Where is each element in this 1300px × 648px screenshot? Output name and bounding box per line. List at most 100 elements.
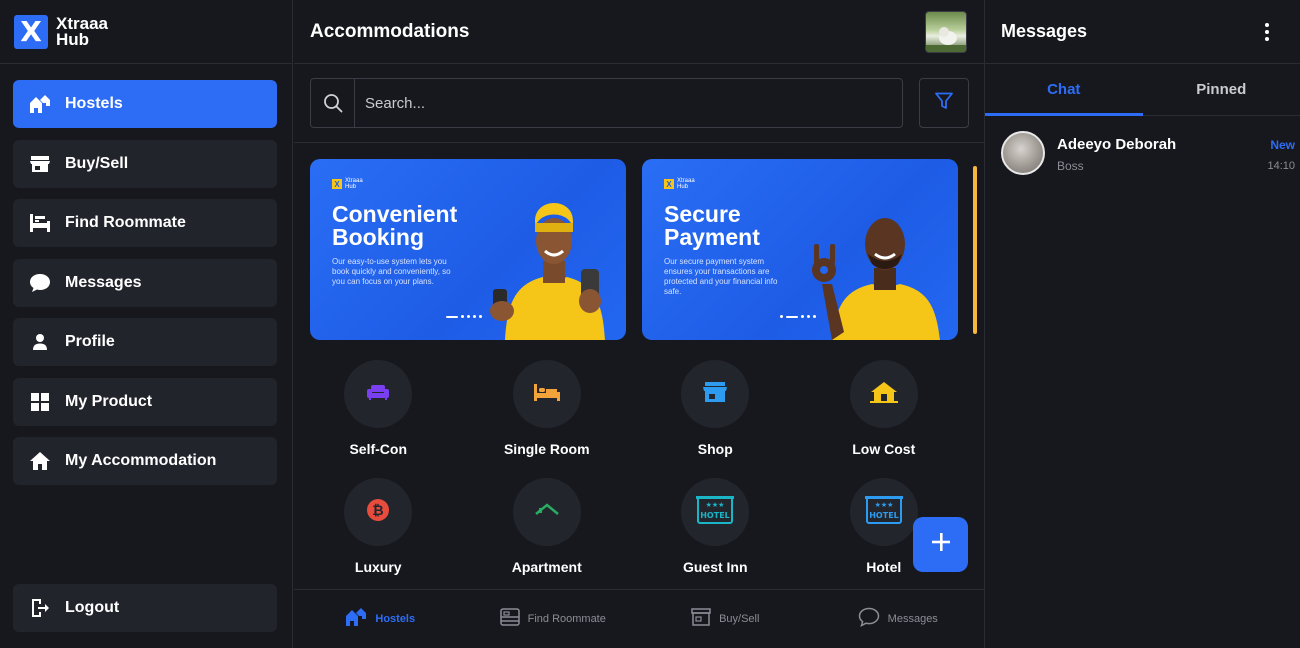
banner-carousel[interactable]: X Xtraaa Hub Convenient Booking Our easy-… (310, 159, 958, 340)
banner-secure-payment[interactable]: X Xtraaa Hub Secure Payment Our secure pa… (642, 159, 958, 340)
messages-header: Messages (985, 0, 1300, 64)
category-label: Guest Inn (682, 559, 748, 575)
add-button[interactable] (913, 517, 968, 572)
category-self-con[interactable]: Self-Con (294, 358, 463, 476)
bottom-nav-buy-sell[interactable]: Buy/Sell (639, 590, 812, 648)
search-input[interactable] (355, 94, 902, 112)
banner-convenient-booking[interactable]: X Xtraaa Hub Convenient Booking Our easy-… (310, 159, 626, 340)
bed-icon (29, 212, 51, 234)
hotel-sign-icon: ★★★ HOTEL (696, 495, 735, 530)
svg-text:★★★: ★★★ (706, 501, 725, 509)
category-icon-circle: ★★★ HOTEL (849, 478, 918, 546)
category-shop[interactable]: Shop (631, 358, 800, 476)
sidebar-item-label: Buy/Sell (65, 154, 129, 172)
plus-icon (931, 532, 951, 557)
bitcoin-icon: ₿ (366, 498, 390, 527)
bed-icon (533, 382, 561, 407)
hotel-sign-icon: ★★★ HOTEL (864, 495, 903, 530)
hostels-icon (29, 93, 51, 115)
category-label: Low Cost (852, 441, 916, 457)
sidebar-item-my-product[interactable]: My Product (13, 377, 277, 426)
category-apartment[interactable]: Apartment (463, 476, 632, 594)
sidebar-item-buy-sell[interactable]: Buy/Sell (13, 139, 277, 188)
bottom-nav-label: Find Roommate (527, 613, 606, 625)
house-icon (869, 381, 898, 408)
banner-next-peek[interactable] (973, 166, 977, 334)
svg-text:₿: ₿ (373, 503, 384, 519)
main-content: Accommodations X XtraaaHub Convenient Bo… (294, 0, 984, 648)
bottom-nav-find-roommate[interactable]: Find Roommate (467, 590, 640, 648)
user-avatar[interactable] (925, 11, 967, 53)
category-guest-inn[interactable]: ★★★ HOTEL Guest Inn (631, 476, 800, 594)
sidebar-item-label: Find Roommate (65, 214, 186, 231)
banner-person-illustration (812, 218, 940, 340)
sidebar-item-label: My Accommodation (65, 452, 217, 469)
page-title: Accommodations (310, 20, 470, 42)
chat-bubble-icon (29, 272, 51, 294)
messages-panel: Messages Chat Pinned Adeeyo Deborah Boss… (984, 0, 1300, 648)
filter-button[interactable] (919, 78, 969, 128)
sidebar-item-label: Profile (65, 333, 115, 350)
hotel-sign-text: HOTEL (869, 511, 899, 520)
bed-icon (499, 607, 520, 631)
sofa-icon (367, 384, 390, 405)
bottom-nav-messages[interactable]: Messages (812, 590, 985, 648)
roof-icon (534, 502, 560, 523)
sidebar-nav: Hostels Buy/Sell Find Roommate Messages … (13, 80, 277, 497)
tab-chat[interactable]: Chat (985, 64, 1143, 116)
brand[interactable]: X Xtraaa Hub (0, 0, 292, 64)
messages-title: Messages (1001, 21, 1088, 41)
sidebar-item-profile[interactable]: Profile (13, 318, 277, 366)
category-grid: Self-Con Single Room Shop Low Cost ₿ Lux… (294, 358, 984, 594)
banner-logo-mark: X (664, 179, 674, 189)
brand-name: Xtraaa Hub (56, 15, 108, 49)
tab-pinned[interactable]: Pinned (1143, 64, 1300, 115)
category-label: Hotel (866, 559, 902, 575)
category-low-cost[interactable]: Low Cost (800, 358, 969, 476)
sidebar-item-hostels[interactable]: Hostels (13, 80, 277, 128)
grid-icon (29, 391, 51, 413)
more-options-icon[interactable] (1264, 23, 1270, 41)
search-icon[interactable] (311, 79, 355, 127)
store-icon (691, 607, 711, 631)
banner-logo-line2: Hub (345, 184, 357, 190)
banner-title: Secure Payment (664, 201, 760, 250)
search-box (310, 78, 903, 128)
banner-title: Convenient Booking (332, 201, 458, 250)
main-header: Accommodations (294, 0, 984, 64)
person-icon (29, 331, 51, 353)
sidebar-item-label: Hostels (65, 95, 123, 112)
house-icon (29, 450, 51, 472)
logout-button[interactable]: Logout (13, 584, 277, 632)
category-icon-circle (681, 360, 750, 428)
chat-contact-name: Adeeyo Deborah (1057, 136, 1177, 153)
banner-description: Our easy-to-use system lets you book qui… (332, 257, 451, 286)
category-icon-circle (512, 360, 581, 428)
sidebar-item-label: My Product (65, 392, 153, 410)
category-icon-circle (512, 478, 581, 546)
store-icon (29, 153, 51, 175)
banner-logo-text: Xtraaa Hub (677, 178, 695, 190)
filter-icon (935, 92, 953, 115)
category-label: Apartment (511, 559, 582, 575)
chat-bubble-icon (858, 607, 880, 632)
sidebar-item-messages[interactable]: Messages (13, 258, 277, 307)
brand-line2: Hub (56, 29, 90, 49)
bottom-nav-label: Hostels (375, 613, 416, 625)
category-icon-circle: ₿ (344, 478, 413, 546)
category-luxury[interactable]: ₿ Luxury (294, 476, 463, 594)
category-row: Self-Con Single Room Shop Low Cost (294, 358, 984, 476)
banner-logo: X Xtraaa Hub (332, 178, 363, 190)
chat-list-item[interactable]: Adeeyo Deborah Boss New 14:10 (1001, 131, 1295, 177)
sidebar-item-find-roommate[interactable]: Find Roommate (13, 199, 277, 247)
bottom-nav-hostels[interactable]: Hostels (294, 590, 467, 648)
category-single-room[interactable]: Single Room (463, 358, 632, 476)
category-icon-circle: ★★★ HOTEL (681, 478, 750, 546)
category-label: Single Room (503, 441, 590, 457)
avatar (1001, 131, 1045, 175)
sidebar: X Xtraaa Hub Hostels Buy/Sell Find Roomm… (0, 0, 293, 648)
sidebar-item-my-accommodation[interactable]: My Accommodation (13, 437, 277, 485)
bottom-nav-label: Messages (887, 613, 938, 625)
divider (294, 142, 984, 143)
search-row (310, 78, 969, 128)
